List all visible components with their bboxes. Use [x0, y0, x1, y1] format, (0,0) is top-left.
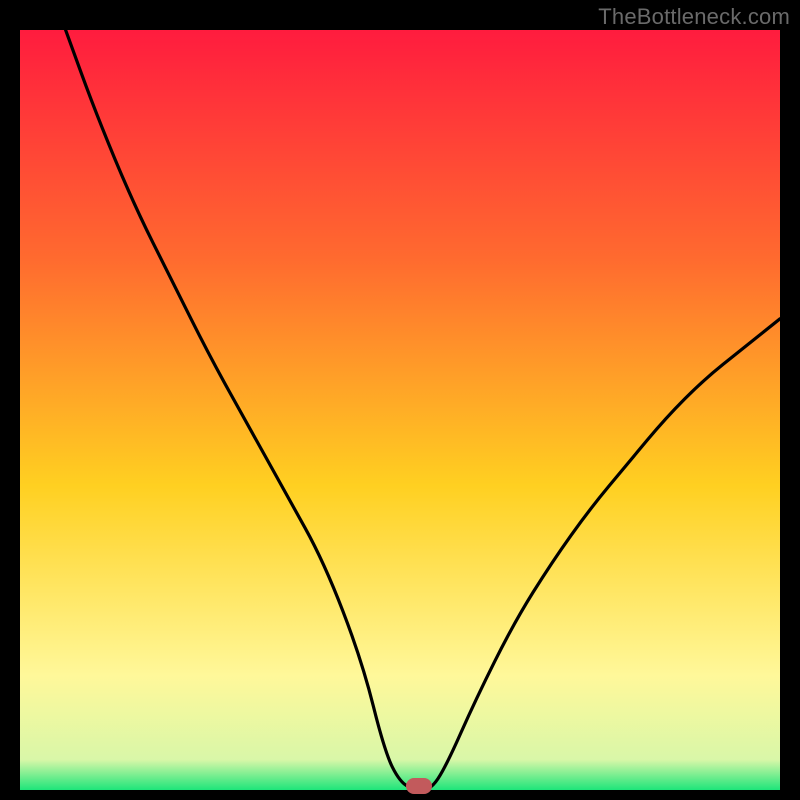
- optimal-marker: [406, 778, 432, 794]
- gradient-background: [20, 30, 780, 790]
- plot-svg: [20, 30, 780, 790]
- watermark-label: TheBottleneck.com: [598, 4, 790, 30]
- chart-frame: TheBottleneck.com: [0, 0, 800, 800]
- plot-area: [20, 30, 780, 790]
